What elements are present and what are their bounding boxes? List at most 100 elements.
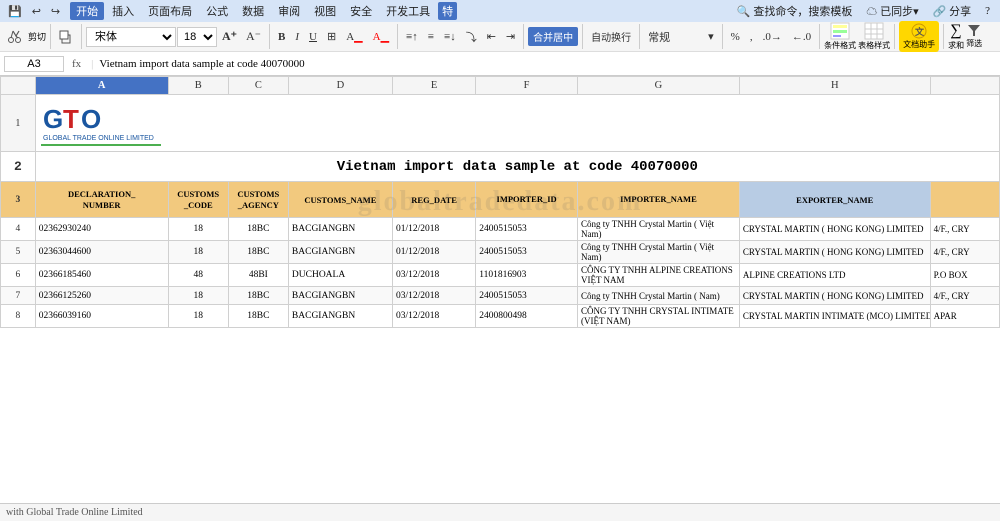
wrap-button[interactable]: ⤵ (462, 27, 481, 47)
border-button[interactable]: ⊞ (323, 28, 340, 45)
cell-cc-4[interactable]: 18 (168, 287, 228, 305)
cell-rd-3[interactable]: 03/12/2018 (392, 264, 475, 287)
menu-special[interactable]: 特 (438, 2, 457, 20)
cell-declaration-1[interactable]: 02362930240 (35, 218, 168, 241)
col-header-a[interactable]: A (35, 77, 168, 95)
font-selector[interactable]: 宋体 (86, 27, 176, 47)
help-icon[interactable]: ? (979, 4, 996, 18)
cell-in-1[interactable]: Công ty TNHH Crystal Martin ( Việt Nam) (577, 218, 739, 241)
cell-rd-2[interactable]: 01/12/2018 (392, 241, 475, 264)
cell-en-5[interactable]: CRYSTAL MARTIN INTIMATE (MCO) LIMITED (739, 305, 930, 328)
indent-inc-button[interactable]: ⇥ (502, 28, 519, 45)
cell-reference[interactable] (4, 56, 64, 72)
cell-declaration-4[interactable]: 02366125260 (35, 287, 168, 305)
cell-cn-2[interactable]: BACGIANGBN (288, 241, 392, 264)
cell-in-4[interactable]: Công ty TNHH Crystal Martin ( Nam) (577, 287, 739, 305)
menu-insert[interactable]: 插入 (106, 2, 140, 20)
percent-button[interactable]: % (727, 29, 744, 45)
cell-in-5[interactable]: CÔNG TY TNHH CRYSTAL INTIMATE (VIỆT NAM) (577, 305, 739, 328)
menu-review[interactable]: 审阅 (272, 2, 306, 20)
cell-iid-5[interactable]: 2400800498 (476, 305, 578, 328)
sum-button[interactable]: ∑ 求和 (948, 22, 964, 51)
cell-cc-2[interactable]: 18 (168, 241, 228, 264)
cell-ca-3[interactable]: 48BI (228, 264, 288, 287)
cell-cc-1[interactable]: 18 (168, 218, 228, 241)
table-format-button[interactable]: 表格样式 (858, 22, 890, 51)
col-header-i[interactable] (930, 77, 999, 95)
align-bot-button[interactable]: ≡↓ (440, 29, 460, 45)
menu-developer[interactable]: 开发工具 (380, 2, 436, 20)
col-header-f[interactable]: F (476, 77, 578, 95)
col-header-c[interactable]: C (228, 77, 288, 95)
decimal-dec-button[interactable]: ←.0 (788, 29, 815, 45)
menu-formula[interactable]: 公式 (200, 2, 234, 20)
cell-iid-1[interactable]: 2400515053 (476, 218, 578, 241)
redo-icon[interactable]: ↪ (47, 3, 64, 20)
undo-icon[interactable]: ↩ (28, 3, 45, 20)
copy-button[interactable] (55, 28, 77, 46)
cell-ca-5[interactable]: 18BC (228, 305, 288, 328)
cell-ca-1[interactable]: 18BC (228, 218, 288, 241)
font-color-button[interactable]: A▁ (369, 28, 393, 45)
fill-color-button[interactable]: A▁ (342, 28, 366, 45)
menu-start[interactable]: 开始 (70, 2, 104, 20)
save-icon[interactable]: 💾 (4, 3, 26, 20)
cell-ex-4[interactable]: 4/F., CRY (930, 287, 999, 305)
menu-page-layout[interactable]: 页面布局 (142, 2, 198, 20)
cut-button[interactable] (4, 28, 26, 46)
cell-declaration-3[interactable]: 02366185460 (35, 264, 168, 287)
indent-dec-button[interactable]: ⇤ (483, 28, 500, 45)
cell-ex-3[interactable]: P.O BOX (930, 264, 999, 287)
doc-helper-button[interactable]: 文 文档助手 (899, 21, 939, 52)
bold-button[interactable]: B (274, 29, 289, 45)
cell-iid-2[interactable]: 2400515053 (476, 241, 578, 264)
auto-wrap-button[interactable]: 自动换行 (587, 27, 635, 46)
conditional-format-button[interactable]: 条件格式 (824, 22, 856, 51)
underline-button[interactable]: U (305, 29, 321, 45)
cell-rd-5[interactable]: 03/12/2018 (392, 305, 475, 328)
formula-input[interactable] (99, 58, 996, 70)
cell-en-3[interactable]: ALPINE CREATIONS LTD (739, 264, 930, 287)
font-grow-button[interactable]: A⁺ (218, 27, 241, 46)
cell-ca-2[interactable]: 18BC (228, 241, 288, 264)
align-top-button[interactable]: ≡↑ (402, 29, 422, 45)
cell-iid-4[interactable]: 2400515053 (476, 287, 578, 305)
cell-ca-4[interactable]: 18BC (228, 287, 288, 305)
menu-security[interactable]: 安全 (344, 2, 378, 20)
search-command[interactable]: 🔍 查找命令，搜索模板 (731, 2, 858, 20)
menu-data[interactable]: 数据 (236, 2, 270, 20)
col-header-e[interactable]: E (392, 77, 475, 95)
cell-declaration-5[interactable]: 02366039160 (35, 305, 168, 328)
cell-en-4[interactable]: CRYSTAL MARTIN ( HONG KONG) LIMITED (739, 287, 930, 305)
col-header-h[interactable]: H (739, 77, 930, 95)
cell-ex-1[interactable]: 4/F., CRY (930, 218, 999, 241)
col-header-d[interactable]: D (288, 77, 392, 95)
cell-cn-1[interactable]: BACGIANGBN (288, 218, 392, 241)
comma-button[interactable]: , (746, 29, 757, 45)
cell-rd-1[interactable]: 01/12/2018 (392, 218, 475, 241)
share-button[interactable]: 🔗 分享 (927, 2, 977, 20)
cell-rd-4[interactable]: 03/12/2018 (392, 287, 475, 305)
cell-cn-4[interactable]: BACGIANGBN (288, 287, 392, 305)
cell-iid-3[interactable]: 1101816903 (476, 264, 578, 287)
align-mid-button[interactable]: ≡ (424, 29, 438, 45)
cell-cn-5[interactable]: BACGIANGBN (288, 305, 392, 328)
col-header-b[interactable]: B (168, 77, 228, 95)
decimal-inc-button[interactable]: .0→ (759, 29, 786, 45)
font-shrink-button[interactable]: A⁻ (242, 27, 265, 46)
merge-center-button[interactable]: 合并居中 (528, 27, 578, 46)
filter-button[interactable]: 筛选 (966, 22, 982, 51)
format-dropdown[interactable]: 常规▾ (644, 27, 718, 47)
cell-ex-2[interactable]: 4/F., CRY (930, 241, 999, 264)
cell-declaration-2[interactable]: 02363044600 (35, 241, 168, 264)
menu-view[interactable]: 视图 (308, 2, 342, 20)
cell-in-2[interactable]: Công ty TNHH Crystal Martin ( Việt Nam) (577, 241, 739, 264)
cell-ex-5[interactable]: APAR (930, 305, 999, 328)
cell-cn-3[interactable]: DUCHOALA (288, 264, 392, 287)
cell-en-2[interactable]: CRYSTAL MARTIN ( HONG KONG) LIMITED (739, 241, 930, 264)
font-size-selector[interactable]: 18 (177, 27, 217, 47)
col-header-g[interactable]: G (577, 77, 739, 95)
italic-button[interactable]: I (291, 29, 303, 45)
cell-cc-3[interactable]: 48 (168, 264, 228, 287)
cell-cc-5[interactable]: 18 (168, 305, 228, 328)
